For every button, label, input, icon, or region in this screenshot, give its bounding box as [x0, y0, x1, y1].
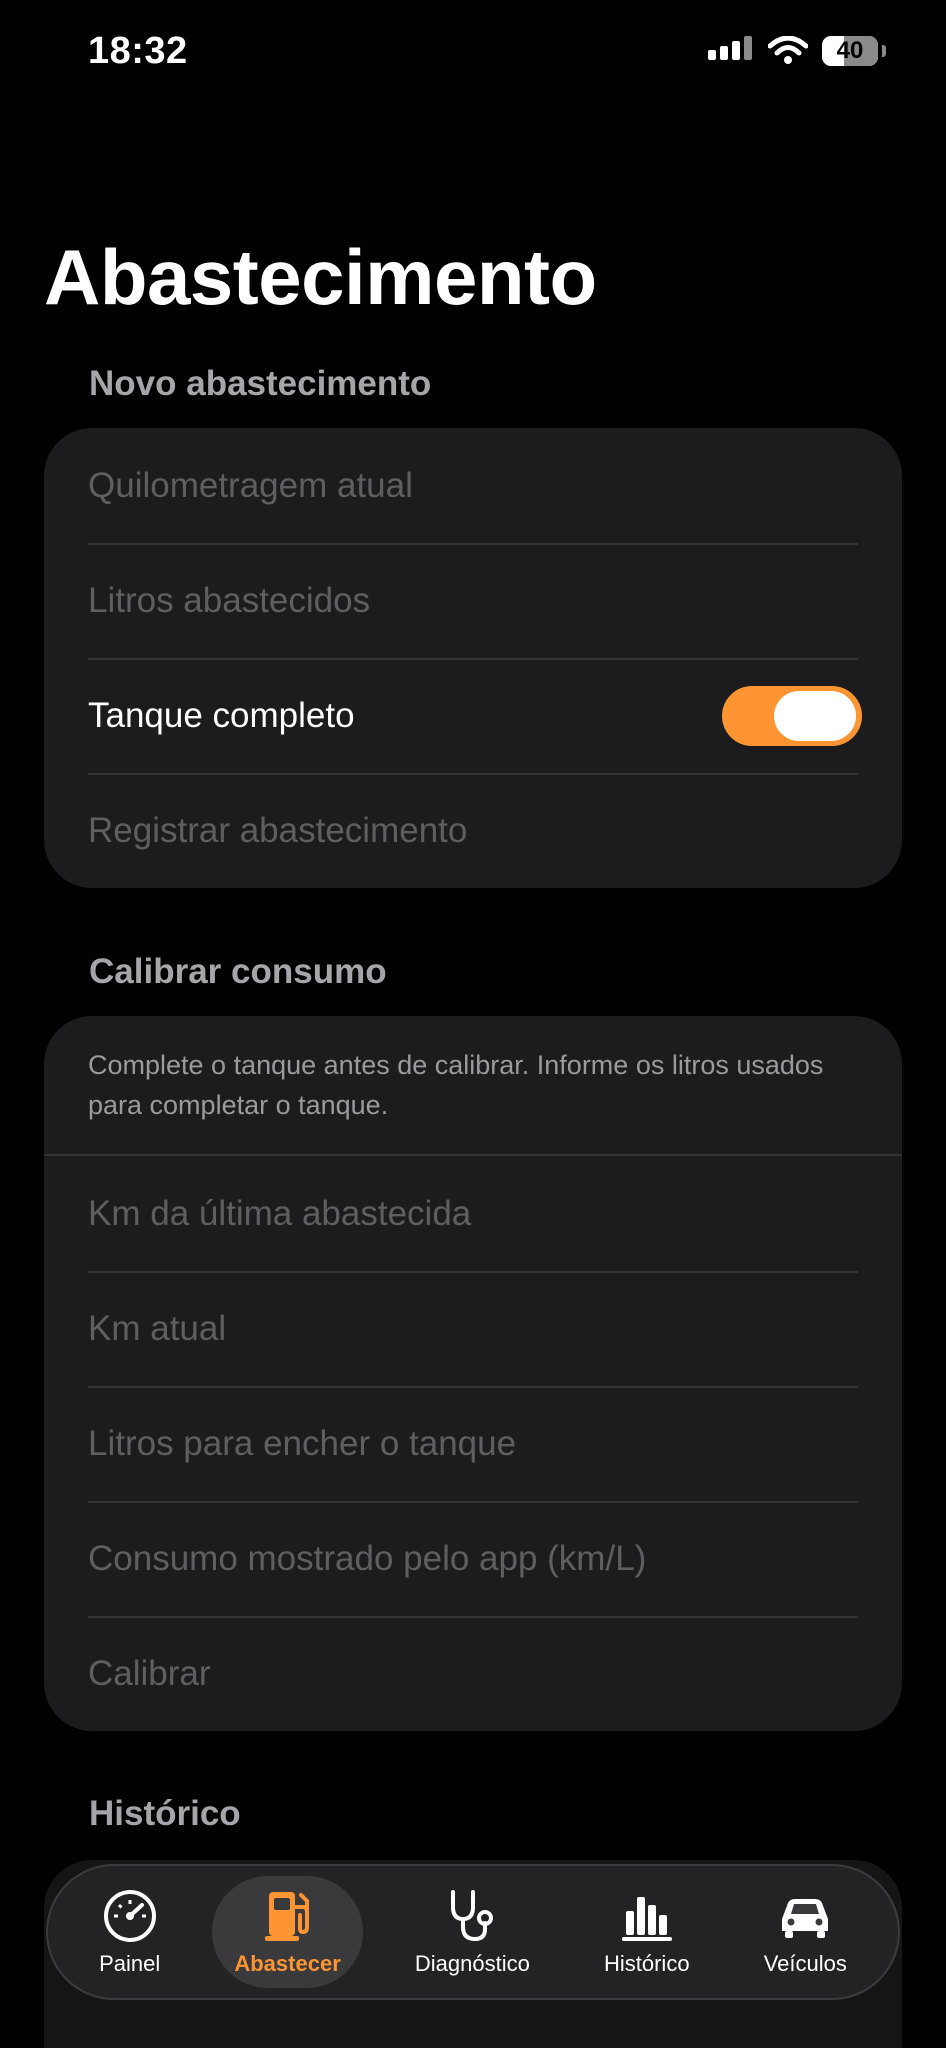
- status-time: 18:32: [88, 30, 188, 72]
- tab-label: Veículos: [763, 1951, 847, 1976]
- tab-label: Diagnóstico: [414, 1951, 530, 1976]
- fuel-pump-icon: [264, 1892, 309, 1941]
- battery-icon: 40: [822, 36, 878, 66]
- calibrate-note: Complete o tanque antes de calibrar. Inf…: [44, 1016, 902, 1156]
- calibrate-card: Complete o tanque antes de calibrar. Inf…: [44, 1016, 902, 1731]
- last-km-placeholder: Km da última abastecida: [88, 1193, 472, 1233]
- stethoscope-icon: [451, 1890, 494, 1942]
- current-km-input[interactable]: Km atual: [44, 1271, 902, 1386]
- tab-abastecer[interactable]: Abastecer: [212, 1876, 363, 1988]
- app-consumption-placeholder: Consumo mostrado pelo app (km/L): [88, 1538, 647, 1578]
- bar-chart-icon: [621, 1897, 672, 1941]
- toggle-knob: [774, 691, 856, 741]
- tab-label: Painel: [99, 1951, 161, 1976]
- tab-painel[interactable]: Painel: [77, 1876, 182, 1988]
- calibrate-button[interactable]: Calibrar: [44, 1616, 902, 1731]
- register-refuel-button[interactable]: Registrar abastecimento: [44, 773, 902, 888]
- full-tank-row: Tanque completo: [44, 658, 902, 773]
- section-header-calibrate: Calibrar consumo: [89, 952, 387, 991]
- section-header-new-refuel: Novo abastecimento: [89, 364, 432, 403]
- liters-input[interactable]: Litros abastecidos: [44, 543, 902, 658]
- tab-historico[interactable]: Histórico: [582, 1876, 712, 1988]
- battery-tip: [882, 45, 886, 57]
- car-icon: [782, 1899, 829, 1938]
- tab-diagnostico[interactable]: Diagnóstico: [393, 1876, 552, 1988]
- mileage-placeholder: Quilometragem atual: [88, 465, 413, 505]
- tab-veiculos[interactable]: Veículos: [742, 1876, 869, 1988]
- speedometer-icon: [103, 1890, 156, 1942]
- mileage-input[interactable]: Quilometragem atual: [44, 428, 902, 543]
- full-tank-toggle[interactable]: [722, 686, 862, 746]
- full-tank-label: Tanque completo: [88, 695, 355, 735]
- register-refuel-label: Registrar abastecimento: [88, 810, 468, 850]
- last-km-input[interactable]: Km da última abastecida: [44, 1156, 902, 1271]
- page-title: Abastecimento: [44, 233, 597, 321]
- tab-label: Histórico: [603, 1951, 690, 1976]
- battery-percentage: 40: [836, 37, 864, 64]
- calibrate-button-label: Calibrar: [88, 1653, 211, 1693]
- status-icons: 40: [708, 36, 886, 66]
- section-header-history: Histórico: [89, 1794, 241, 1833]
- wifi-icon: [768, 36, 808, 64]
- cellular-signal-icon: [708, 36, 752, 60]
- liters-placeholder: Litros abastecidos: [88, 580, 371, 620]
- status-bar: 18:32 40: [0, 0, 946, 110]
- app-consumption-input[interactable]: Consumo mostrado pelo app (km/L): [44, 1501, 902, 1616]
- tab-bar: Painel Abastecer Diagnóstico Histórico V…: [46, 1864, 900, 2000]
- current-km-placeholder: Km atual: [88, 1308, 227, 1348]
- new-refuel-card: Quilometragem atual Litros abastecidos T…: [44, 428, 902, 888]
- fill-liters-input[interactable]: Litros para encher o tanque: [44, 1386, 902, 1501]
- tab-label: Abastecer: [234, 1951, 341, 1976]
- fill-liters-placeholder: Litros para encher o tanque: [88, 1423, 517, 1463]
